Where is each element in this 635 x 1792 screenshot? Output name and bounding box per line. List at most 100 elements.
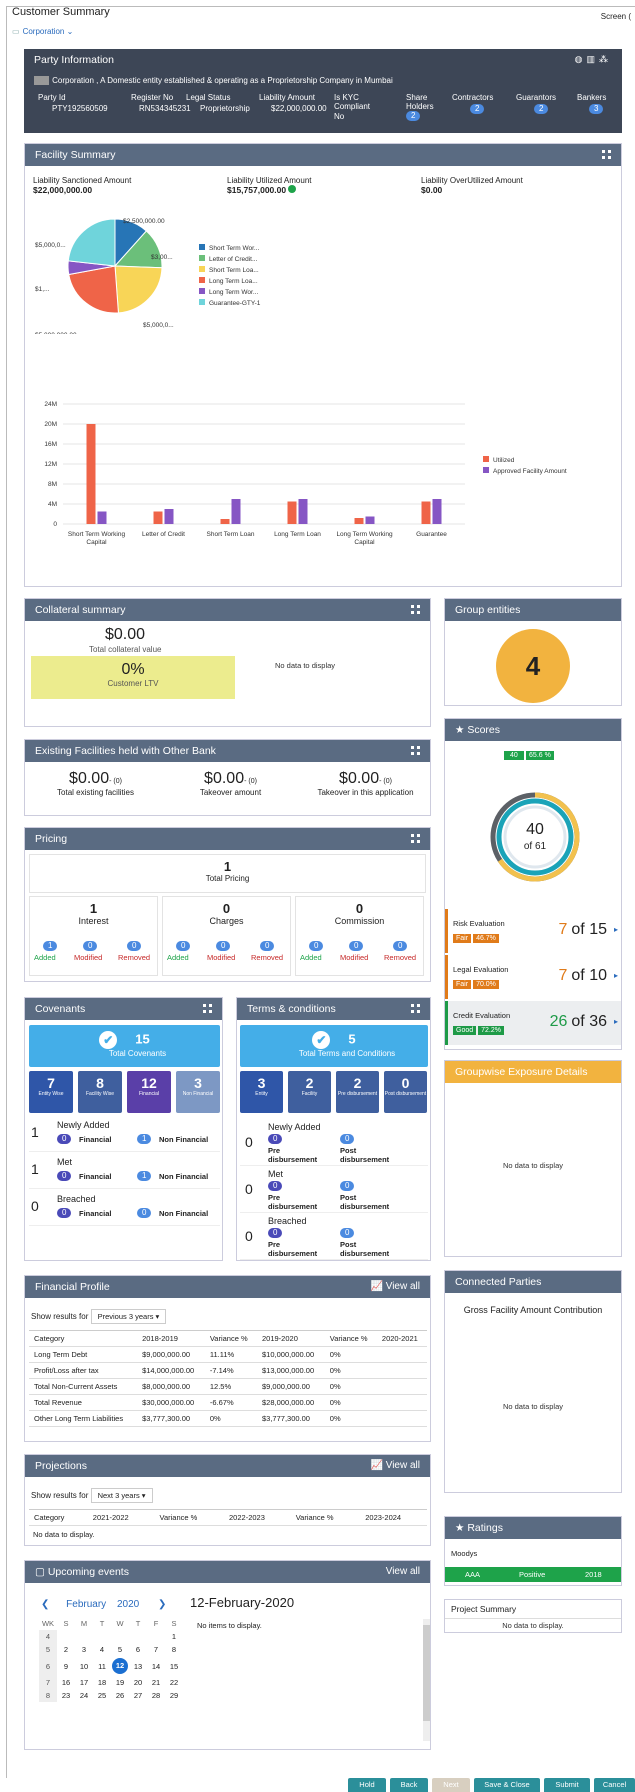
calendar-day[interactable] — [93, 1630, 111, 1643]
calendar-day[interactable]: 11 — [93, 1656, 111, 1676]
total-covenants-box[interactable]: ✔ 15 Total Covenants — [29, 1025, 220, 1067]
bar-mark[interactable] — [231, 499, 241, 524]
calendar-day[interactable]: 1 — [165, 1630, 183, 1643]
calendar-day[interactable]: 10 — [75, 1656, 93, 1676]
calendar-year[interactable]: 2020 — [117, 1599, 139, 1610]
calendar-day[interactable] — [111, 1630, 129, 1643]
projections-view-all[interactable]: 📈 View all — [370, 1455, 420, 1477]
pie-legend-label[interactable]: Short Term Wor... — [209, 245, 260, 252]
prev-month-icon[interactable]: ❮ — [41, 1599, 49, 1610]
pie-legend-label[interactable]: Short Term Loa... — [209, 267, 259, 274]
bar-mark[interactable] — [432, 499, 442, 524]
pricing-added-count[interactable]: 1 — [43, 941, 58, 951]
terms-tile[interactable]: 0 Post disbursement — [384, 1071, 427, 1113]
calendar-day[interactable]: 20 — [129, 1676, 147, 1689]
terms-pre-count[interactable]: 0 — [268, 1228, 283, 1238]
bar-mark[interactable] — [220, 519, 230, 524]
pie-legend-label[interactable]: Long Term Wor... — [209, 289, 258, 296]
calendar-day[interactable]: 2 — [57, 1643, 75, 1656]
covenants-tile[interactable]: 12 Financial — [127, 1071, 171, 1113]
cancel-button[interactable]: Cancel — [594, 1778, 635, 1792]
calendar-day[interactable]: 3 — [75, 1643, 93, 1656]
grid-icon[interactable] — [411, 746, 420, 755]
calendar-day[interactable]: 8 — [165, 1643, 183, 1656]
grid-icon[interactable] — [411, 605, 420, 614]
pie-slice[interactable] — [114, 265, 163, 314]
party-toolbar-icons[interactable]: ◍▥⁂ — [575, 54, 612, 65]
covenant-nonfinancial-count[interactable]: 1 — [137, 1134, 152, 1144]
calendar-day[interactable]: 17 — [75, 1676, 93, 1689]
calendar-day[interactable]: 23 — [57, 1689, 75, 1702]
terms-pre-count[interactable]: 0 — [268, 1181, 283, 1191]
calendar-day[interactable]: 21 — [147, 1676, 165, 1689]
grid-icon[interactable] — [602, 150, 611, 159]
submit-button[interactable]: Submit — [544, 1778, 590, 1792]
pricing-removed-count[interactable]: 0 — [127, 941, 142, 951]
guarantors-count[interactable]: 2 — [534, 104, 549, 114]
pricing-added-count[interactable]: 0 — [309, 941, 324, 951]
bankers-count[interactable]: 3 — [589, 104, 604, 114]
calendar-day[interactable]: 19 — [111, 1676, 129, 1689]
calendar-day[interactable]: 5 — [111, 1643, 129, 1656]
bar-legend-label[interactable]: Approved Facility Amount — [493, 468, 567, 475]
calendar-day[interactable]: 26 — [111, 1689, 129, 1702]
covenants-tile[interactable]: 3 Non Financial — [176, 1071, 220, 1113]
bar-mark[interactable] — [365, 516, 375, 525]
bar-mark[interactable] — [298, 499, 308, 524]
pricing-modified-count[interactable]: 0 — [83, 941, 98, 951]
covenant-nonfinancial-count[interactable]: 1 — [137, 1171, 152, 1181]
pie-legend-label[interactable]: Letter of Credit... — [209, 256, 258, 263]
grid-icon[interactable] — [203, 1004, 212, 1013]
share-holders-count[interactable]: 2 — [406, 111, 421, 121]
calendar-day[interactable]: 16 — [57, 1676, 75, 1689]
calendar-month[interactable]: February — [66, 1599, 106, 1610]
calendar-day[interactable] — [75, 1630, 93, 1643]
events-view-all[interactable]: View all — [386, 1561, 420, 1583]
share-holders-field[interactable]: Share Holders 2 — [406, 93, 436, 121]
calendar-day[interactable]: 9 — [57, 1656, 75, 1676]
financial-view-all[interactable]: 📈 View all — [370, 1276, 420, 1298]
pricing-modified-count[interactable]: 0 — [216, 941, 231, 951]
group-entities-count[interactable]: 4 — [496, 629, 570, 703]
contractors-count[interactable]: 2 — [470, 104, 485, 114]
contractors-field[interactable]: Contractors 2 — [452, 93, 493, 114]
terms-tile[interactable]: 2 Facility — [288, 1071, 331, 1113]
chevron-right-icon[interactable]: ▸ — [614, 925, 618, 934]
calendar-day[interactable]: 13 — [129, 1656, 147, 1676]
events-scrollbar[interactable] — [423, 1619, 430, 1741]
covenant-financial-count[interactable]: 0 — [57, 1171, 72, 1181]
calendar-day[interactable] — [147, 1630, 165, 1643]
covenant-financial-count[interactable]: 0 — [57, 1208, 72, 1218]
calendar-day[interactable]: 27 — [129, 1689, 147, 1702]
chevron-down-icon[interactable]: ⌄ — [67, 27, 74, 36]
grid-icon[interactable] — [411, 1004, 420, 1013]
covenants-tile[interactable]: 8 Facility Wise — [78, 1071, 122, 1113]
pie-legend-label[interactable]: Long Term Loa... — [209, 278, 258, 285]
next-button[interactable]: Next — [432, 1778, 470, 1792]
pie-legend-label[interactable]: Guarantee-GTY-1 — [209, 300, 261, 307]
terms-post-count[interactable]: 0 — [340, 1181, 355, 1191]
back-button[interactable]: Back — [390, 1778, 428, 1792]
chevron-right-icon[interactable]: ▸ — [614, 971, 618, 980]
breadcrumb[interactable]: ▭ Corporation ⌄ — [12, 27, 73, 36]
bar-mark[interactable] — [164, 509, 174, 524]
bar-mark[interactable] — [153, 511, 163, 525]
pricing-modified-count[interactable]: 0 — [349, 941, 364, 951]
bankers-field[interactable]: Bankers 3 — [577, 93, 606, 114]
pie-slice[interactable] — [67, 218, 116, 267]
covenant-financial-count[interactable]: 0 — [57, 1134, 72, 1144]
terms-tile[interactable]: 3 Entity — [240, 1071, 283, 1113]
calendar-day[interactable]: 15 — [165, 1656, 183, 1676]
pricing-removed-count[interactable]: 0 — [393, 941, 408, 951]
terms-pre-count[interactable]: 0 — [268, 1134, 283, 1144]
terms-tile[interactable]: 2 Pre disbursement — [336, 1071, 379, 1113]
bar-mark[interactable] — [421, 501, 431, 525]
financial-period-select[interactable]: Previous 3 years ▾ — [90, 1309, 167, 1324]
calendar-day[interactable]: 6 — [129, 1643, 147, 1656]
pricing-removed-count[interactable]: 0 — [260, 941, 275, 951]
calendar-day[interactable] — [57, 1630, 75, 1643]
hold-button[interactable]: Hold — [348, 1778, 386, 1792]
calendar-day[interactable]: 24 — [75, 1689, 93, 1702]
bar-mark[interactable] — [86, 424, 96, 524]
covenant-nonfinancial-count[interactable]: 0 — [137, 1208, 152, 1218]
